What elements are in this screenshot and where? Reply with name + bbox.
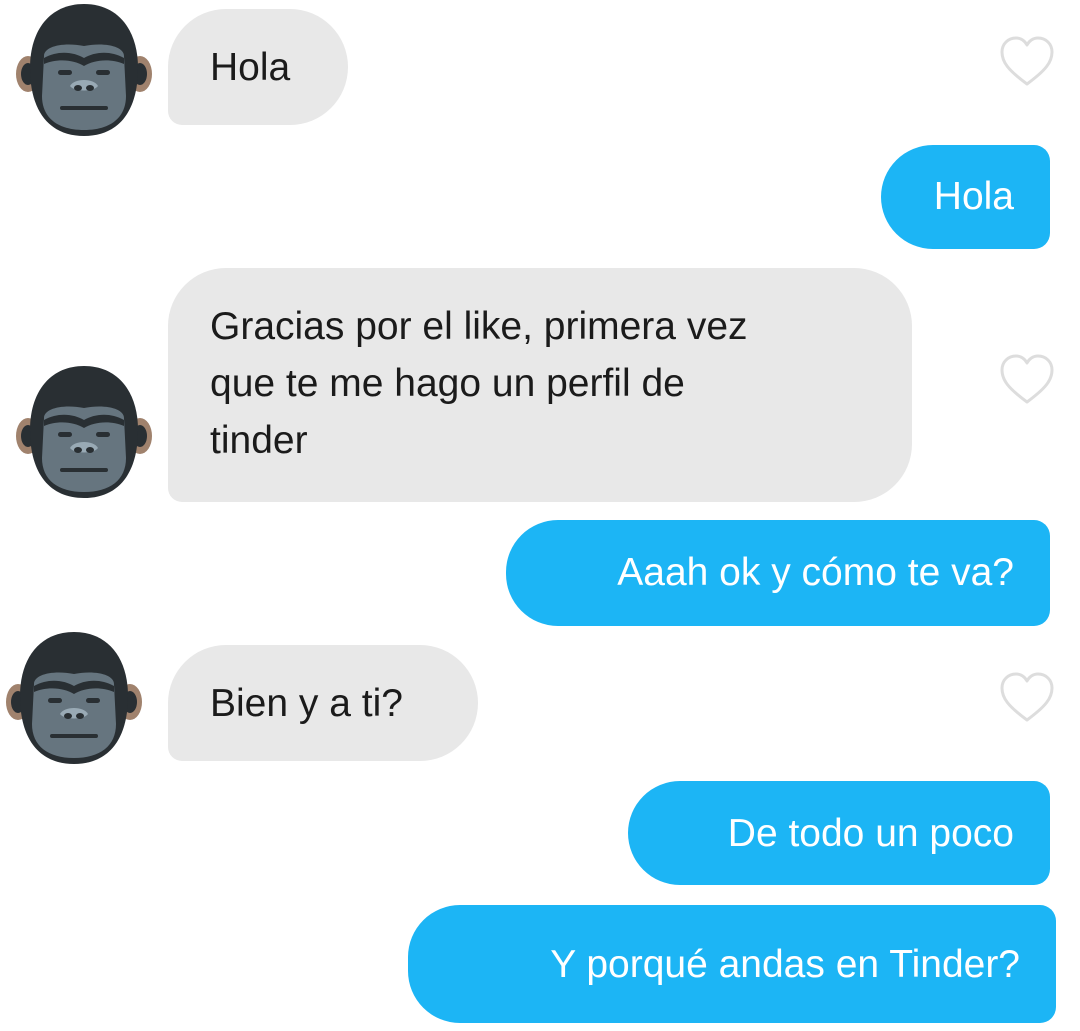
heart-outline-icon[interactable] [998,34,1056,88]
message-text-line: tinder [210,419,308,462]
outgoing-message: Y porqué andas en Tinder? [408,905,1056,1023]
message-text-line: que te me hago un perfil de [210,362,685,405]
message-text: Aaah ok y cómo te va? [617,551,1014,594]
outgoing-message: Aaah ok y cómo te va? [506,520,1050,626]
incoming-message: Hola [168,9,348,125]
heart-outline-icon[interactable] [998,670,1056,724]
heart-outline-icon[interactable] [998,352,1056,406]
message-text: Y porqué andas en Tinder? [550,943,1020,986]
message-text: De todo un poco [727,812,1014,855]
message-text-line: Gracias por el like, primera vez [210,305,748,348]
message-text: Hola [933,175,1014,218]
message-text: Bien y a ti? [210,682,403,725]
outgoing-message: De todo un poco [628,781,1050,885]
outgoing-message: Hola [881,145,1050,249]
incoming-message: Gracias por el like, primera vez que te … [168,268,912,502]
gorilla-avatar-icon[interactable] [14,362,154,502]
gorilla-avatar-icon[interactable] [4,628,144,768]
gorilla-avatar-icon[interactable] [14,0,154,140]
message-text: Hola [210,46,291,89]
incoming-message: Bien y a ti? [168,645,478,761]
